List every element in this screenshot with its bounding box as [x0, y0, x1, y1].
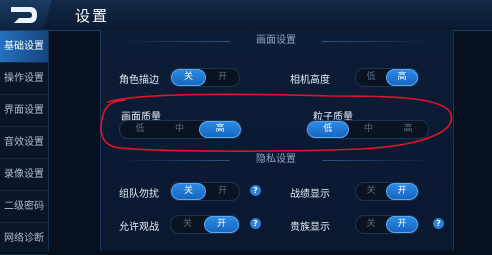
- question-mark-icon[interactable]: ?: [433, 218, 444, 229]
- sidebar: 基础设置 操作设置 界面设置 音效设置 录像设置 二级密码 网络诊断: [0, 31, 49, 255]
- option-on[interactable]: 开: [386, 216, 418, 233]
- option-off[interactable]: 关: [356, 183, 386, 200]
- sidebar-item-network-diagnosis[interactable]: 网络诊断: [0, 223, 48, 255]
- allow-spectate-label: 允许观战: [119, 222, 159, 233]
- record-display-label: 战绩显示: [290, 189, 330, 200]
- sidebar-item-audio[interactable]: 音效设置: [0, 127, 48, 159]
- record-display-toggle[interactable]: 关 开: [355, 182, 419, 201]
- option-high[interactable]: 高: [199, 121, 241, 138]
- option-high[interactable]: 高: [388, 121, 428, 138]
- option-high[interactable]: 高: [386, 69, 418, 86]
- privacy-section-title: 隐私设置: [100, 152, 452, 168]
- option-low[interactable]: 低: [120, 121, 160, 138]
- option-medium[interactable]: 中: [160, 121, 200, 138]
- option-low[interactable]: 低: [356, 69, 386, 86]
- character-outline-toggle[interactable]: 关 开: [170, 68, 240, 87]
- back-button[interactable]: [0, 0, 52, 30]
- option-on[interactable]: 开: [204, 216, 239, 233]
- noble-display-toggle[interactable]: 关 开: [355, 215, 419, 234]
- noble-display-label: 贵族显示: [290, 222, 330, 233]
- camera-height-toggle[interactable]: 低 高: [355, 68, 419, 87]
- sidebar-item-basic[interactable]: 基础设置: [0, 31, 48, 63]
- camera-height-label: 相机高度: [290, 75, 330, 86]
- option-off[interactable]: 关: [171, 216, 204, 233]
- team-no-disturb-toggle[interactable]: 关 开: [170, 182, 240, 201]
- option-off[interactable]: 关: [356, 216, 386, 233]
- sidebar-item-controls[interactable]: 操作设置: [0, 63, 48, 95]
- sidebar-item-replay[interactable]: 录像设置: [0, 159, 48, 191]
- page-title: 设置: [75, 7, 110, 25]
- graphics-section-title: 画面设置: [100, 33, 452, 49]
- team-no-disturb-label: 组队勿扰: [119, 189, 159, 200]
- question-mark-icon[interactable]: ?: [250, 218, 261, 229]
- graphics-quality-selector[interactable]: 低 中 高: [119, 120, 242, 139]
- question-mark-icon[interactable]: ?: [250, 185, 261, 196]
- option-on[interactable]: 开: [386, 183, 418, 200]
- option-low[interactable]: 低: [307, 121, 349, 138]
- sidebar-item-secondary-password[interactable]: 二级密码: [0, 191, 48, 223]
- option-medium[interactable]: 中: [349, 121, 389, 138]
- allow-spectate-toggle[interactable]: 关 开: [170, 215, 240, 234]
- option-on[interactable]: 开: [206, 183, 239, 200]
- character-outline-label: 角色描边: [119, 75, 159, 86]
- top-bar: 设置: [0, 0, 492, 31]
- option-off[interactable]: 关: [171, 183, 206, 200]
- particle-quality-selector[interactable]: 低 中 高: [306, 120, 429, 139]
- sidebar-item-interface[interactable]: 界面设置: [0, 95, 48, 127]
- option-off[interactable]: 关: [171, 69, 206, 86]
- option-on[interactable]: 开: [206, 69, 239, 86]
- back-arrow-icon: [11, 7, 37, 23]
